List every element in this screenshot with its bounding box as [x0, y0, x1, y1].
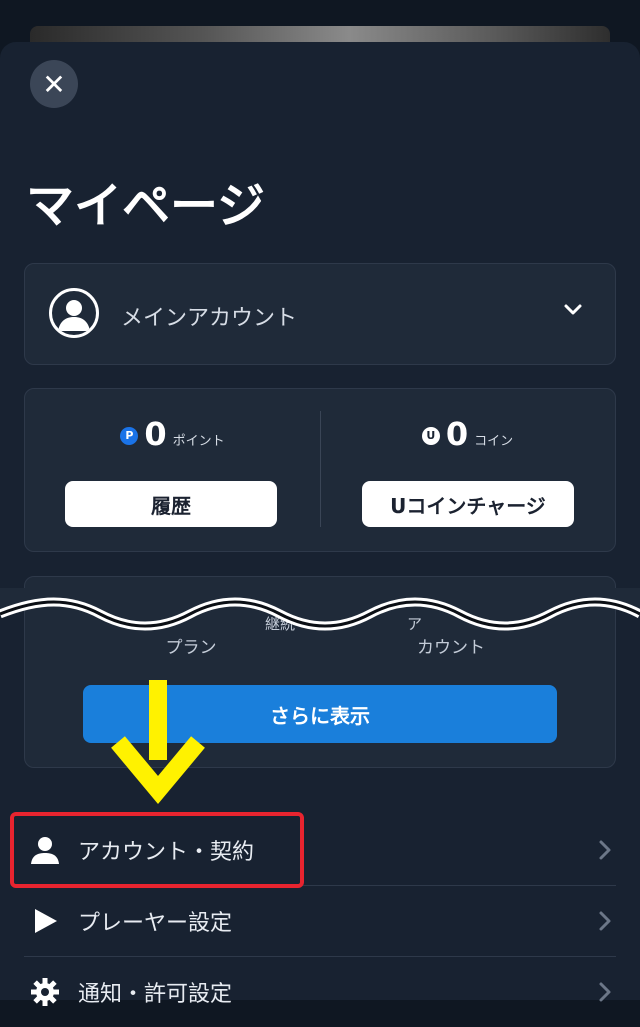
menu-item-player-settings[interactable]: プレーヤー設定 — [0, 886, 640, 956]
arrow-down-icon — [111, 680, 205, 805]
account-selector[interactable]: メインアカウント — [24, 263, 616, 365]
menu-item-notification-settings[interactable]: 通知・許可設定 — [0, 957, 640, 1027]
menu-item-label: 通知・許可設定 — [78, 982, 233, 1007]
points-coins-card: P 0 ポイント U 0 コイン 履歴 Uコインチャージ — [24, 388, 616, 552]
coin-unit: コイン — [474, 434, 514, 449]
avatar-icon — [49, 288, 99, 338]
point-badge-icon: P — [120, 426, 139, 445]
points-metric: P 0 ポイント — [25, 415, 320, 453]
account-name: メインアカウント — [121, 306, 298, 331]
close-icon: ✕ — [42, 67, 66, 101]
page-title: マイページ — [26, 178, 266, 234]
chevron-down-icon — [564, 304, 582, 315]
coin-charge-button[interactable]: Uコインチャージ — [362, 481, 574, 527]
chevron-right-icon — [599, 840, 611, 860]
highlight-box — [10, 812, 304, 888]
point-unit: ポイント — [172, 434, 225, 449]
torn-edge-decoration — [0, 588, 640, 631]
coins-metric: U 0 コイン — [320, 415, 615, 453]
coin-value: 0 — [445, 415, 469, 453]
history-button[interactable]: 履歴 — [65, 481, 277, 527]
coin-badge-icon: U — [421, 426, 440, 445]
point-value: 0 — [144, 415, 167, 453]
close-button[interactable]: ✕ — [30, 60, 78, 108]
gear-icon — [31, 978, 59, 1006]
menu-item-label: プレーヤー設定 — [78, 911, 233, 936]
chevron-right-icon — [599, 911, 611, 931]
play-icon — [35, 909, 57, 933]
